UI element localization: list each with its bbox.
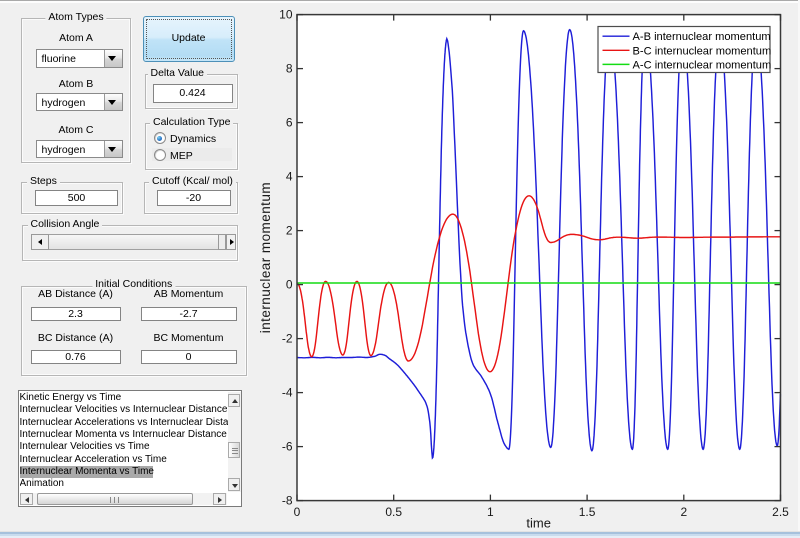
svg-text:10: 10 — [279, 8, 293, 22]
svg-text:time: time — [526, 516, 551, 531]
svg-text:internuclear momentum: internuclear momentum — [258, 182, 273, 333]
svg-text:-4: -4 — [282, 386, 293, 400]
svg-text:4: 4 — [286, 170, 293, 184]
svg-text:8: 8 — [286, 62, 293, 76]
svg-text:-6: -6 — [282, 440, 293, 454]
svg-text:-8: -8 — [282, 494, 293, 508]
svg-text:-2: -2 — [282, 332, 293, 346]
svg-text:0: 0 — [286, 278, 293, 292]
svg-text:6: 6 — [286, 116, 293, 130]
svg-text:A-B internuclear momentum: A-B internuclear momentum — [633, 31, 771, 43]
svg-text:2.5: 2.5 — [772, 505, 789, 519]
svg-text:1.5: 1.5 — [579, 505, 596, 519]
svg-text:2: 2 — [680, 505, 687, 519]
svg-text:2: 2 — [286, 224, 293, 238]
svg-text:1: 1 — [487, 505, 494, 519]
svg-text:B-C internuclear momentum: B-C internuclear momentum — [633, 45, 772, 57]
svg-text:0: 0 — [294, 505, 301, 519]
svg-text:A-C internuclear momentum: A-C internuclear momentum — [633, 59, 772, 71]
svg-text:0.5: 0.5 — [385, 505, 402, 519]
